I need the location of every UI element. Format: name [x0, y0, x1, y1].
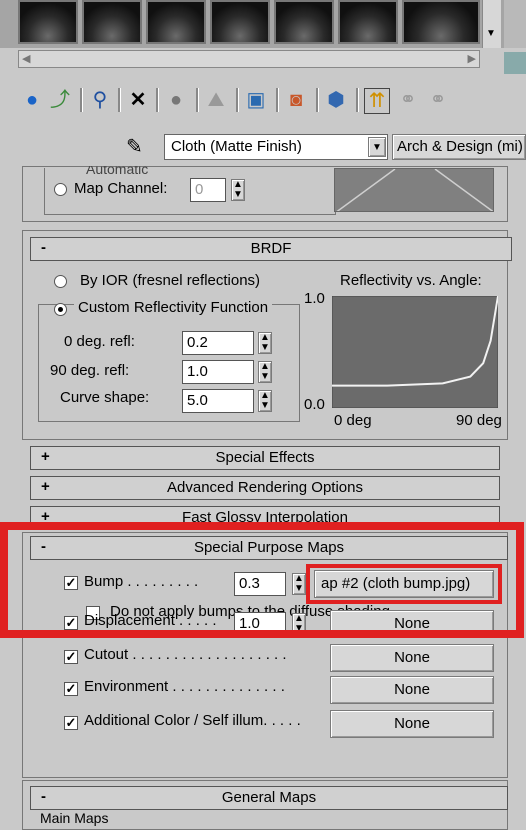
chart-x-max: 90 deg	[456, 412, 502, 429]
slots-vertical-scrollbar[interactable]: ▼	[482, 0, 501, 48]
special-effects-rollout[interactable]: + Special Effects	[30, 446, 500, 470]
material-id-channel-icon[interactable]: ▣	[244, 88, 268, 112]
map-channel-radio[interactable]	[54, 183, 67, 196]
cutout-map-label: None	[394, 649, 430, 666]
brdf-title: BRDF	[250, 240, 292, 257]
cutout-label: Cutout . . . . . . . . . . . . . . . . .…	[84, 646, 287, 663]
sample-slots: ▼	[0, 0, 526, 48]
scroll-down-icon[interactable]: ▼	[486, 28, 496, 39]
mapping-preview	[334, 168, 494, 212]
special-effects-label: Special Effects	[215, 449, 315, 466]
custom-reflectivity-radio[interactable]	[54, 303, 67, 316]
zero-deg-refl-spinner[interactable]: ▲ ▼	[258, 332, 272, 354]
assign-to-selection-icon[interactable]: ⚲	[88, 88, 112, 112]
main-maps-label: Main Maps	[40, 810, 109, 826]
map-channel-spinner[interactable]: ▲ ▼	[231, 179, 245, 201]
curve-shape-input[interactable]: 5.0	[182, 389, 254, 413]
show-end-result-icon[interactable]: ⬢	[324, 88, 348, 112]
collapse-icon: -	[41, 239, 46, 256]
slots-horizontal-scrollbar[interactable]: ◀ ▶	[18, 50, 480, 68]
map-channel-label: Map Channel:	[74, 180, 168, 197]
sample-slot-6[interactable]	[338, 0, 398, 44]
curve-shape-spinner[interactable]: ▲ ▼	[258, 390, 272, 412]
additional-color-map-button[interactable]: None	[330, 710, 494, 738]
expand-icon: +	[41, 448, 50, 465]
get-material-icon[interactable]: ●	[20, 88, 44, 112]
mapping-preview-lines	[336, 169, 493, 211]
scroll-right-icon[interactable]: ▶	[468, 52, 476, 65]
scroll-left-icon[interactable]: ◀	[22, 52, 30, 65]
cutout-map-button[interactable]: None	[330, 644, 494, 672]
advanced-rendering-rollout[interactable]: + Advanced Rendering Options	[30, 476, 500, 500]
go-forward-to-sibling-icon[interactable]: ⚭	[396, 88, 420, 112]
ninety-deg-refl-label: 90 deg. refl:	[50, 362, 130, 379]
reflectivity-chart	[332, 296, 498, 408]
map-channel-input[interactable]: 0	[190, 178, 226, 202]
material-name-field[interactable]: Cloth (Matte Finish)	[164, 134, 388, 160]
side-tool-icons[interactable]	[504, 0, 526, 48]
material-editor-toolbar: ● ⤴ ⚲ ✕ ● ⛰ ▣ ◙ ⬢ ⇈ ⚭ ⚭	[0, 82, 526, 122]
sample-slot-1[interactable]	[18, 0, 78, 44]
ninety-deg-refl-spinner[interactable]: ▲ ▼	[258, 361, 272, 383]
material-name-value: Cloth (Matte Finish)	[171, 138, 302, 155]
put-to-library-icon[interactable]: ⛰	[204, 88, 228, 112]
general-maps-header[interactable]: - General Maps	[30, 786, 508, 810]
additional-color-label: Additional Color / Self illum. . . . .	[84, 712, 301, 729]
custom-reflectivity-label: Custom Reflectivity Function	[74, 299, 273, 316]
material-type-button[interactable]: Arch & Design (mi)	[392, 134, 526, 160]
chart-x-min: 0 deg	[334, 412, 372, 429]
advanced-rendering-label: Advanced Rendering Options	[167, 479, 363, 496]
bump-map-highlight-frame	[306, 564, 502, 604]
collapse-icon: -	[41, 788, 46, 805]
make-unique-icon[interactable]: ●	[164, 88, 188, 112]
environment-label: Environment . . . . . . . . . . . . . .	[84, 678, 285, 695]
material-type-label: Arch & Design (mi)	[397, 138, 523, 155]
environment-checkbox[interactable]: ✓	[64, 682, 78, 696]
curve-shape-label: Curve shape:	[60, 389, 150, 406]
additional-color-map-label: None	[394, 715, 430, 732]
sample-slot-2[interactable]	[82, 0, 142, 44]
sample-slot-7[interactable]	[402, 0, 480, 44]
general-maps-title: General Maps	[221, 789, 317, 806]
environment-map-button[interactable]: None	[330, 676, 494, 704]
cutout-checkbox[interactable]: ✓	[64, 650, 78, 664]
pick-material-icon[interactable]: ⚭	[426, 88, 450, 112]
zero-deg-refl-input[interactable]: 0.2	[182, 331, 254, 355]
put-to-scene-icon[interactable]: ⤴	[48, 88, 72, 112]
sample-slot-4[interactable]	[210, 0, 270, 44]
brdf-header[interactable]: - BRDF	[30, 237, 512, 261]
ninety-deg-refl-input[interactable]: 1.0	[182, 360, 254, 384]
chart-y-max: 1.0	[304, 290, 325, 307]
by-ior-radio[interactable]	[54, 275, 67, 288]
material-name-dropdown-icon[interactable]: ▼	[368, 137, 386, 157]
zero-deg-refl-label: 0 deg. refl:	[64, 333, 135, 350]
automatic-label: Automatic	[86, 166, 149, 176]
environment-map-label: None	[394, 681, 430, 698]
chart-plot-area	[332, 296, 498, 408]
reset-map-icon[interactable]: ✕	[126, 88, 150, 112]
chart-title: Reflectivity vs. Angle:	[340, 272, 482, 289]
sample-slot-5[interactable]	[274, 0, 334, 44]
chart-y-min: 0.0	[304, 396, 325, 413]
additional-color-checkbox[interactable]: ✓	[64, 716, 78, 730]
pick-material-eyedropper-icon[interactable]: ✎	[126, 134, 143, 159]
expand-icon: +	[41, 478, 50, 495]
sample-slot-3[interactable]	[146, 0, 206, 44]
show-map-in-viewport-icon[interactable]: ◙	[284, 88, 308, 112]
by-ior-label: By IOR (fresnel reflections)	[80, 272, 261, 289]
options-icon[interactable]	[504, 52, 526, 74]
go-to-parent-icon[interactable]: ⇈	[364, 88, 390, 114]
